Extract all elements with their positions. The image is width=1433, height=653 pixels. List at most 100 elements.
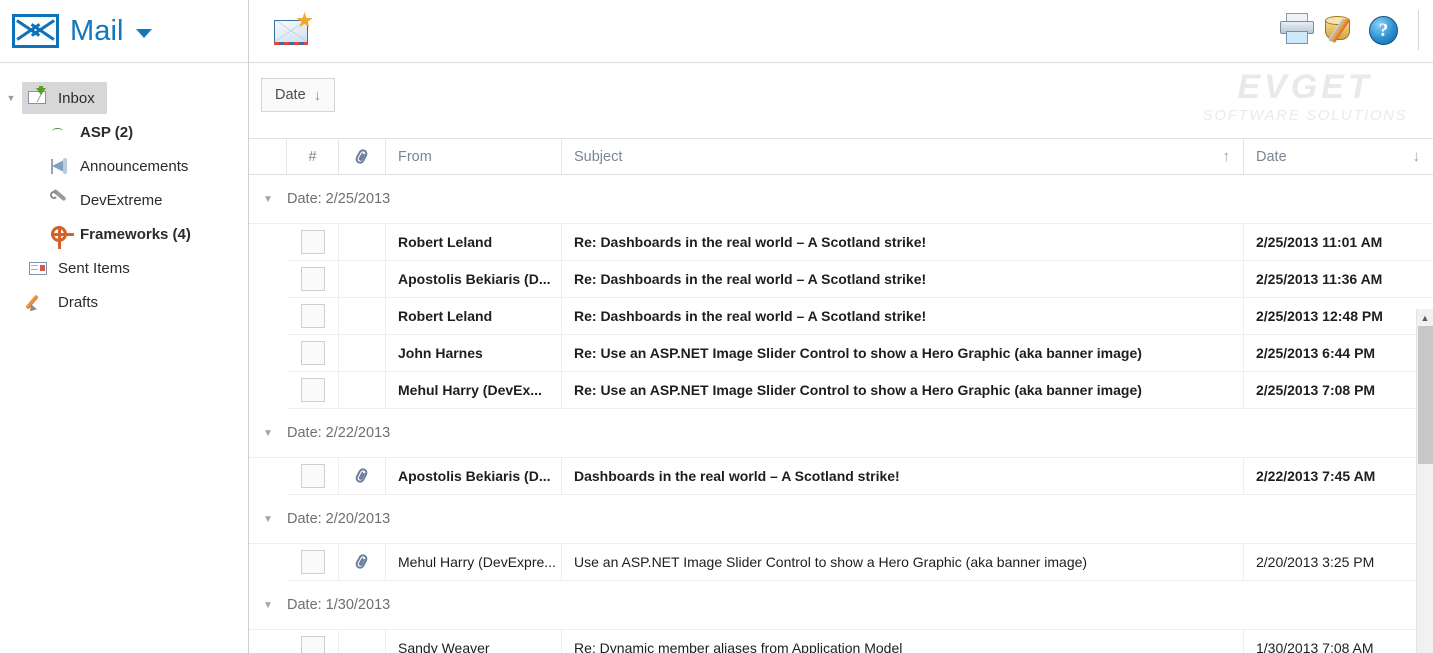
paperclip-icon: [353, 147, 371, 166]
row-checkbox[interactable]: [300, 636, 325, 653]
row-checkbox[interactable]: [300, 550, 325, 574]
help-icon[interactable]: ?: [1365, 12, 1403, 48]
row-select-cell[interactable]: [287, 544, 339, 581]
toolbar: ?: [249, 0, 1433, 63]
sent-envelope-icon: [28, 258, 50, 278]
paperclip-icon: [353, 552, 371, 571]
table-row[interactable]: Sandy Weaver Re: Dynamic member aliases f…: [249, 630, 1433, 653]
table-row[interactable]: Apostolis Bekiaris (D... Re: Dashboards i…: [249, 261, 1433, 298]
row-from: Mehul Harry (DevExpre...: [386, 544, 562, 581]
group-header[interactable]: ▼ Date: 2/22/2013: [249, 409, 1433, 458]
table-row[interactable]: Apostolis Bekiaris (D... Dashboards in th…: [249, 458, 1433, 495]
table-row[interactable]: Robert Leland Re: Dashboards in the real …: [249, 298, 1433, 335]
row-select-cell[interactable]: [287, 630, 339, 653]
row-attachment-cell: [339, 224, 386, 261]
paperclip-icon: [353, 466, 371, 485]
row-checkbox[interactable]: [300, 341, 325, 365]
column-header-attachment[interactable]: [339, 139, 386, 174]
row-from: Sandy Weaver: [386, 630, 562, 653]
group-collapse-icon[interactable]: ▼: [249, 600, 287, 611]
group-collapse-icon[interactable]: ▼: [249, 194, 287, 205]
chevron-down-icon[interactable]: [135, 28, 152, 38]
table-row[interactable]: Mehul Harry (DevExpre... Use an ASP.NET I…: [249, 544, 1433, 581]
row-select-cell[interactable]: [287, 261, 339, 298]
mail-application: Mail ▼ Inbox ASP (2) Announcements DevEx…: [0, 0, 1433, 653]
message-rows-viewport: ▼ Date: 2/25/2013 Robert Leland Re: Dashboa…: [249, 175, 1433, 653]
row-select-cell[interactable]: [287, 335, 339, 372]
sidebar-item-sent-items[interactable]: Sent Items: [0, 251, 248, 285]
group-header[interactable]: ▼ Date: 2/20/2013: [249, 495, 1433, 544]
inbox-envelope-icon: [28, 86, 50, 108]
row-indent: [249, 458, 287, 495]
help-glyph: ?: [1369, 16, 1398, 45]
group-header[interactable]: ▼ Date: 2/25/2013: [249, 175, 1433, 224]
sidebar: Mail ▼ Inbox ASP (2) Announcements DevEx…: [0, 0, 249, 653]
row-attachment-cell: [339, 335, 386, 372]
row-date: 2/25/2013 11:36 AM: [1244, 261, 1433, 298]
group-header[interactable]: ▼ Date: 1/30/2013: [249, 581, 1433, 630]
row-subject: Use an ASP.NET Image Slider Control to s…: [562, 544, 1244, 581]
column-header-select[interactable]: [249, 139, 287, 174]
sidebar-item-devextreme[interactable]: DevExtreme: [0, 183, 248, 217]
sidebar-item-label: Sent Items: [58, 259, 130, 277]
sidebar-item-inbox[interactable]: ▼ Inbox: [0, 81, 248, 115]
row-attachment-cell: [339, 372, 386, 409]
column-header-subject-label: Subject: [574, 148, 623, 165]
row-checkbox[interactable]: [300, 304, 325, 328]
collapse-triangle-icon[interactable]: ▼: [0, 93, 22, 103]
row-indent: [249, 335, 287, 372]
row-select-cell[interactable]: [287, 458, 339, 495]
group-label: Date: 2/22/2013: [287, 425, 391, 441]
sidebar-item-label: Drafts: [58, 293, 99, 311]
sidebar-item-announcements[interactable]: Announcements: [0, 149, 248, 183]
printer-icon[interactable]: [1278, 12, 1316, 48]
envelope-icon: [12, 14, 59, 48]
row-date: 2/25/2013 7:08 PM: [1244, 372, 1433, 409]
column-header-from[interactable]: From: [386, 139, 562, 174]
row-select-cell[interactable]: [287, 298, 339, 335]
row-checkbox[interactable]: [300, 230, 325, 254]
group-collapse-icon[interactable]: ▼: [249, 428, 287, 439]
row-subject: Re: Use an ASP.NET Image Slider Control …: [562, 335, 1244, 372]
row-checkbox[interactable]: [300, 464, 325, 488]
table-row[interactable]: Robert Leland Re: Dashboards in the real …: [249, 224, 1433, 261]
sidebar-item-asp[interactable]: ASP (2): [0, 115, 248, 149]
table-row[interactable]: John Harnes Re: Use an ASP.NET Image Slid…: [249, 335, 1433, 372]
row-date: 2/25/2013 11:01 AM: [1244, 224, 1433, 261]
row-date: 2/25/2013 12:48 PM: [1244, 298, 1433, 335]
vertical-scrollbar[interactable]: ▲: [1416, 309, 1433, 653]
row-from: Apostolis Bekiaris (D...: [386, 458, 562, 495]
row-attachment-cell: [339, 298, 386, 335]
scroll-up-button[interactable]: ▲: [1417, 309, 1433, 326]
row-checkbox[interactable]: [300, 378, 325, 402]
sidebar-item-frameworks[interactable]: Frameworks (4): [0, 217, 248, 251]
column-header-date[interactable]: Date ↓: [1244, 139, 1433, 174]
message-rows: ▼ Date: 2/25/2013 Robert Leland Re: Dashboa…: [249, 175, 1433, 653]
sidebar-item-label: Frameworks (4): [80, 225, 191, 243]
toolbar-divider: [1418, 10, 1419, 50]
row-select-cell[interactable]: [287, 224, 339, 261]
column-header-number[interactable]: #: [287, 139, 339, 174]
scrollbar-thumb[interactable]: [1418, 326, 1433, 464]
sort-by-date-button[interactable]: Date ↓: [261, 78, 336, 112]
row-from: Mehul Harry (DevEx...: [386, 372, 562, 409]
row-indent: [249, 544, 287, 581]
column-header-date-label: Date: [1256, 148, 1287, 165]
brand-header[interactable]: Mail: [0, 0, 248, 63]
pencil-icon: [25, 292, 50, 314]
column-header-subject[interactable]: Subject ↑: [562, 139, 1244, 174]
row-indent: [249, 372, 287, 409]
megaphone-icon: [50, 156, 72, 176]
row-from: Robert Leland: [386, 298, 562, 335]
row-from: Robert Leland: [386, 224, 562, 261]
row-attachment-cell: [339, 261, 386, 298]
row-date: 2/22/2013 7:45 AM: [1244, 458, 1433, 495]
sidebar-item-label: DevExtreme: [80, 191, 163, 209]
row-select-cell[interactable]: [287, 372, 339, 409]
new-message-icon[interactable]: [272, 11, 314, 47]
table-row[interactable]: Mehul Harry (DevEx... Re: Use an ASP.NET …: [249, 372, 1433, 409]
group-collapse-icon[interactable]: ▼: [249, 514, 287, 525]
row-checkbox[interactable]: [300, 267, 325, 291]
theme-paint-icon[interactable]: [1322, 12, 1360, 48]
sidebar-item-drafts[interactable]: Drafts: [0, 285, 248, 319]
